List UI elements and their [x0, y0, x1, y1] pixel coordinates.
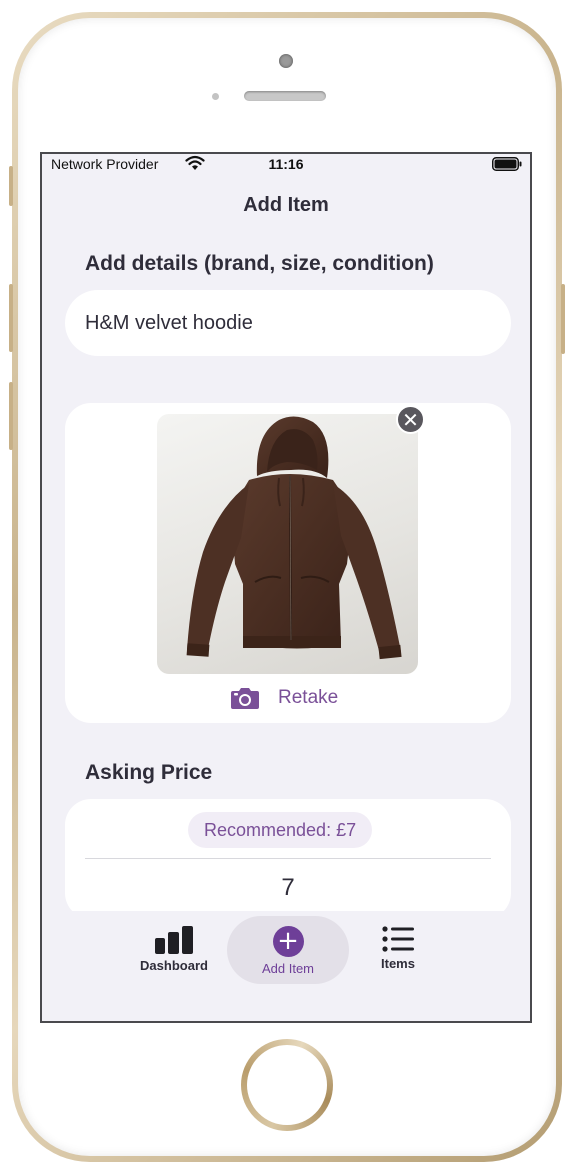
photo-card: ✕ Retake — [65, 403, 511, 723]
camera-icon — [231, 688, 259, 709]
price-divider — [85, 858, 491, 859]
power-button — [561, 284, 565, 354]
tab-items-label: Items — [381, 956, 415, 971]
tab-add-item-label: Add Item — [261, 961, 315, 976]
retake-button[interactable]: Retake — [230, 686, 338, 710]
tab-bar: Dashboard + Add Item Items — [42, 911, 530, 1021]
plus-circle-icon: + — [272, 926, 304, 957]
battery-icon — [492, 157, 522, 171]
page-title: Add Item — [243, 194, 329, 216]
app-screen: Network Provider 11:16 Add Item Add deta… — [40, 152, 532, 1023]
hoodie-photo-image — [186, 416, 402, 660]
tab-add-item[interactable]: + Add Item — [227, 916, 349, 984]
list-icon — [382, 926, 414, 952]
bar-chart-icon — [155, 926, 193, 954]
volume-up-button — [9, 284, 13, 352]
price-input[interactable]: 7 — [65, 874, 511, 902]
tab-dashboard[interactable]: Dashboard — [114, 916, 234, 984]
front-camera — [279, 54, 293, 68]
home-button[interactable] — [241, 1039, 333, 1131]
item-photo — [157, 414, 418, 674]
status-time: 11:16 — [268, 156, 304, 172]
details-input[interactable]: H&M velvet hoodie — [65, 290, 511, 356]
remove-photo-button[interactable]: ✕ — [396, 405, 425, 434]
recommended-price-badge[interactable]: Recommended: £7 — [188, 812, 373, 848]
tab-items[interactable]: Items — [338, 916, 458, 984]
retake-label: Retake — [278, 687, 339, 708]
price-card: Recommended: £7 7 — [65, 799, 511, 919]
status-bar: Network Provider 11:16 — [42, 154, 530, 176]
tab-dashboard-label: Dashboard — [140, 958, 208, 973]
details-label: Add details (brand, size, condition) — [85, 252, 434, 275]
mute-switch — [9, 166, 13, 206]
earpiece-speaker — [244, 91, 326, 101]
volume-down-button — [9, 382, 13, 450]
asking-price-label: Asking Price — [85, 761, 213, 784]
proximity-sensor — [212, 93, 219, 100]
